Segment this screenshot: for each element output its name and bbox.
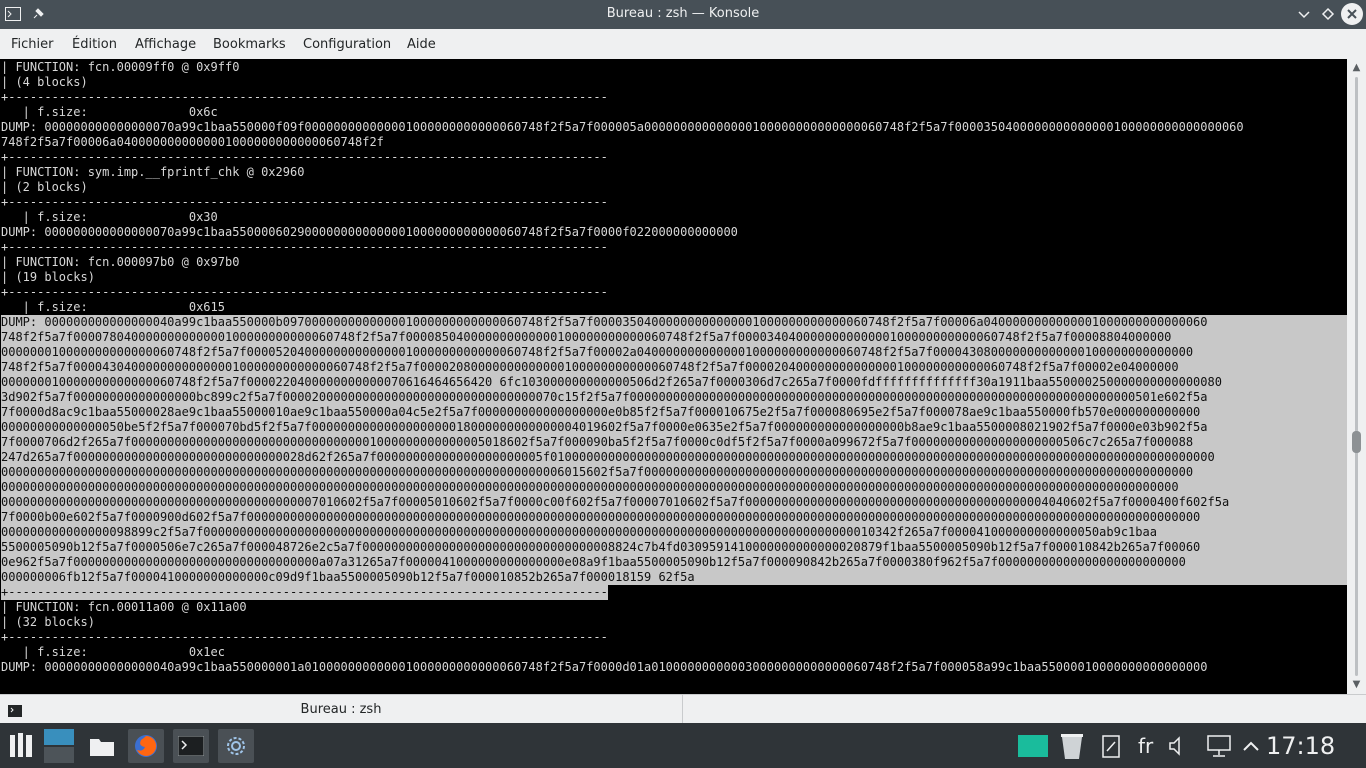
terminal-line: | FUNCTION: fcn.00009ff0 @ 0x9ff0 xyxy=(1,60,240,74)
clipboard-icon[interactable] xyxy=(1093,729,1129,763)
tab-bureau-zsh[interactable]: Bureau : zsh xyxy=(0,695,683,723)
terminal-line: DUMP: 000000000000000040a99c1baa550000b0… xyxy=(1,315,1347,330)
terminal-line: 3d902f5a7f00000000000000000bc899c2f5a7f0… xyxy=(1,390,1347,405)
volume-icon[interactable] xyxy=(1160,729,1196,763)
menu-affichage[interactable]: Affichage xyxy=(135,37,196,52)
terminal-line: 748f2f5a7f000078040000000000000100000000… xyxy=(1,330,1347,345)
terminal-line: | FUNCTION: fcn.000097b0 @ 0x97b0 xyxy=(1,255,240,269)
terminal-line: | f.size: 0x30 xyxy=(1,210,218,224)
terminal-line: | FUNCTION: fcn.00011a00 @ 0x11a00 xyxy=(1,600,247,614)
terminal-line: DUMP: 000000000000000070a99c1baa55000060… xyxy=(1,225,738,239)
network-icon[interactable] xyxy=(1201,729,1237,763)
terminal-output[interactable]: | FUNCTION: fcn.00009ff0 @ 0x9ff0 | (4 bl… xyxy=(0,59,1347,694)
terminal-line: 000000010000000000000060748f2f5a7f000022… xyxy=(1,375,1347,390)
terminal-line: 00000000000000050be5f2f5a7f000070bd5f2f5… xyxy=(1,420,1347,435)
terminal-line: DUMP: 000000000000000040a99c1baa55000000… xyxy=(1,660,1208,674)
scroll-down-icon[interactable]: ▼ xyxy=(1350,679,1363,691)
terminal-line: 0000000000000000000000000000000000000000… xyxy=(1,465,1347,480)
terminal-line: 0000000000000000000000000000000000000000… xyxy=(1,480,1347,495)
keyboard-layout-indicator[interactable]: fr xyxy=(1138,734,1153,758)
terminal-line: +---------------------------------------… xyxy=(1,90,608,104)
terminal-line: | (32 blocks) xyxy=(1,615,95,629)
scrollbar-track[interactable] xyxy=(1355,77,1358,676)
terminal-line: | f.size: 0x615 xyxy=(1,300,225,314)
close-button[interactable] xyxy=(1341,3,1363,25)
terminal-line: 7f0000b00e602f5a7f0000900d602f5a7f000000… xyxy=(1,510,1347,525)
terminal-line: 0000000000000000000000000000000000000000… xyxy=(1,495,1347,510)
scrollbar-thumb[interactable] xyxy=(1352,431,1361,453)
system-tray-expand-icon[interactable] xyxy=(1236,729,1266,763)
terminal-line: 748f2f5a7f00006a040000000000000100000000… xyxy=(1,135,384,149)
clock[interactable]: 17:18 xyxy=(1266,732,1335,760)
terminal-line: 0e962f5a7f000000000000000000000000000000… xyxy=(1,555,1347,570)
terminal-line: | (4 blocks) xyxy=(1,75,88,89)
menu-aide[interactable]: Aide xyxy=(407,37,436,52)
tab-label: Bureau : zsh xyxy=(300,702,382,717)
menu-bookmarks[interactable]: Bookmarks xyxy=(213,37,286,52)
file-manager-icon[interactable] xyxy=(84,729,120,763)
terminal-line: 5500005090b12f5a7f0000506e7c265a7f000048… xyxy=(1,540,1347,555)
terminal-line: 748f2f5a7f000043040000000000000010000000… xyxy=(1,360,1347,375)
konsole-task-icon[interactable] xyxy=(173,729,209,763)
trash-icon[interactable] xyxy=(1054,729,1090,763)
menu-fichier[interactable]: Fichier xyxy=(11,37,54,52)
terminal-line: | f.size: 0x1ec xyxy=(1,645,225,659)
terminal-line: 000000006fb12f5a7f0000410000000000000c09… xyxy=(1,570,1347,585)
notes-widget-icon[interactable] xyxy=(1015,729,1051,763)
terminal-line: +---------------------------------------… xyxy=(1,195,608,209)
maximize-button[interactable] xyxy=(1320,6,1336,22)
terminal-line: DUMP: 000000000000000070a99c1baa550000f0… xyxy=(1,120,1244,134)
scroll-up-icon[interactable]: ▲ xyxy=(1350,62,1363,74)
window-titlebar: Bureau : zsh — Konsole xyxy=(0,0,1366,29)
terminal-line: +---------------------------------------… xyxy=(1,285,608,299)
window-title: Bureau : zsh — Konsole xyxy=(606,6,760,21)
menu-bar: Fichier Édition Affichage Bookmarks Conf… xyxy=(0,29,1366,60)
terminal-line: +---------------------------------------… xyxy=(1,585,608,600)
tab-bar: Bureau : zsh xyxy=(0,694,1366,723)
menu-edition[interactable]: Édition xyxy=(72,37,117,52)
system-settings-icon[interactable] xyxy=(218,729,254,763)
terminal-line: | (19 blocks) xyxy=(1,270,95,284)
terminal-line: +---------------------------------------… xyxy=(1,150,608,164)
terminal-line: 000000000000000098899c2f5a7f000000000000… xyxy=(1,525,1347,540)
application-launcher-icon[interactable] xyxy=(4,729,40,763)
terminal-line: +---------------------------------------… xyxy=(1,630,608,644)
terminal-line: 7f0000706d2f265a7f0000000000000000000000… xyxy=(1,435,1347,450)
terminal-line: | FUNCTION: sym.imp.__fprintf_chk @ 0x29… xyxy=(1,165,305,179)
terminal-line: 247d265a7f000000000000000000000000000000… xyxy=(1,450,1347,465)
terminal-line: 000000010000000000000060748f2f5a7f000052… xyxy=(1,345,1347,360)
desktop-pager-icon[interactable] xyxy=(41,729,77,763)
terminal-line: 7f0000d8ac9c1baa55000028ae9c1baa55000010… xyxy=(1,405,1347,420)
menu-configuration[interactable]: Configuration xyxy=(303,37,391,52)
terminal-line: | f.size: 0x6c xyxy=(1,105,218,119)
minimize-button[interactable] xyxy=(1296,6,1312,22)
firefox-icon[interactable] xyxy=(128,729,164,763)
terminal-line: | (2 blocks) xyxy=(1,180,88,194)
terminal-scrollbar[interactable]: ▲ ▼ xyxy=(1347,59,1366,694)
terminal-line: +---------------------------------------… xyxy=(1,240,608,254)
